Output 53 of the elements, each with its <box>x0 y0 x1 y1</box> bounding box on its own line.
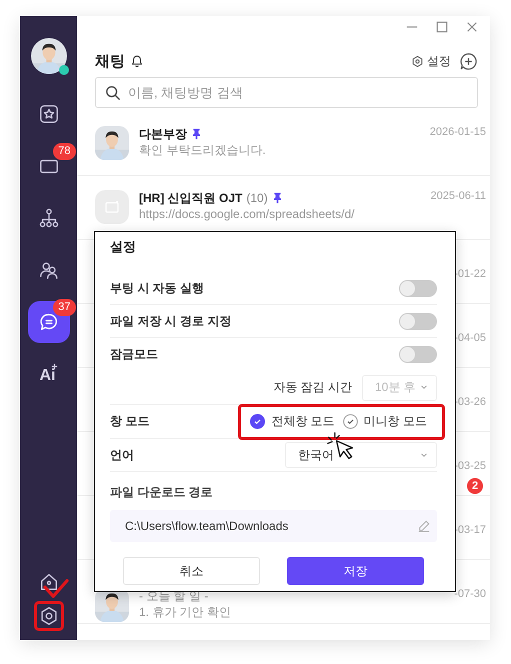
dialog-title: 설정 <box>110 238 137 256</box>
radio-option[interactable]: 전체창 모드 <box>250 413 335 430</box>
search-field[interactable]: 이름, 채팅방명 검색 <box>95 77 478 108</box>
chat-date: -04-05 <box>454 332 486 344</box>
chat-date: 2026-01-15 <box>430 126 486 138</box>
toggle-switch[interactable] <box>399 346 437 363</box>
radio-option[interactable]: 미니창 모드 <box>342 413 427 430</box>
setting-label: 파일 저장 시 경로 지정 <box>110 312 232 330</box>
save-button[interactable]: 저장 <box>287 557 424 585</box>
chat-date: -03-26 <box>454 396 486 408</box>
field-label: 파일 다운로드 경로 <box>110 484 213 501</box>
count-badge: 37 <box>53 299 76 316</box>
settings-button[interactable]: 설정 <box>411 52 451 70</box>
page-title: 채팅 <box>95 52 125 70</box>
setting-label: 창 모드 <box>110 413 150 430</box>
new-chat-icon[interactable] <box>459 52 478 70</box>
org-chart-icon[interactable] <box>38 207 60 229</box>
chat-date: -01-22 <box>454 268 486 280</box>
chat-icon <box>38 311 60 333</box>
count-badge: 78 <box>53 143 76 160</box>
member-count: (10) <box>246 191 268 205</box>
cancel-button[interactable]: 취소 <box>123 557 260 585</box>
chat-date: -03-25 <box>454 460 486 472</box>
nav-button[interactable] <box>28 301 70 343</box>
chat-date: 2025-06-11 <box>430 190 486 202</box>
chat-date: -03-17 <box>454 524 486 536</box>
bell-icon[interactable] <box>130 54 144 68</box>
setting-label: 언어 <box>110 446 134 464</box>
setting-label: 부팅 시 자동 실행 <box>110 280 204 296</box>
maximize-icon[interactable] <box>436 21 448 33</box>
setting-label: 잠금모드 <box>110 346 158 363</box>
ai-icon[interactable]: Ai <box>40 363 58 385</box>
highlight-box <box>34 601 64 631</box>
message-preview: https://docs.google.com/spreadsheets/d/ <box>139 206 356 222</box>
check-mark-drawing <box>42 578 70 600</box>
dropdown[interactable]: 한국어 <box>285 442 437 468</box>
pencil-icon <box>418 520 430 532</box>
toggle-switch[interactable] <box>399 312 437 330</box>
unread-badge: 2 <box>467 478 483 494</box>
chat-date: -07-30 <box>454 588 486 600</box>
setting-label: 자동 잠김 시간 <box>273 379 352 396</box>
message-preview: 1. 휴가 기안 확인 <box>139 604 232 620</box>
plus-icon <box>50 363 58 370</box>
close-icon[interactable] <box>466 21 478 33</box>
chat-row[interactable]: 다본부장 확인 부탁드리겠습니다. 2026-01-15 <box>77 112 490 176</box>
chevron-icon <box>420 452 428 458</box>
toggle-switch[interactable] <box>399 280 437 296</box>
chat-name: [HR] 신입직원 OJT <box>139 190 242 206</box>
chat-name: 다본부장 <box>139 126 187 142</box>
settings-icon <box>411 54 424 68</box>
path-field[interactable]: C:\Users\flow.team\Downloads <box>110 510 437 542</box>
message-preview: 확인 부탁드리겠습니다. <box>139 142 267 158</box>
chevron-icon <box>420 385 428 390</box>
